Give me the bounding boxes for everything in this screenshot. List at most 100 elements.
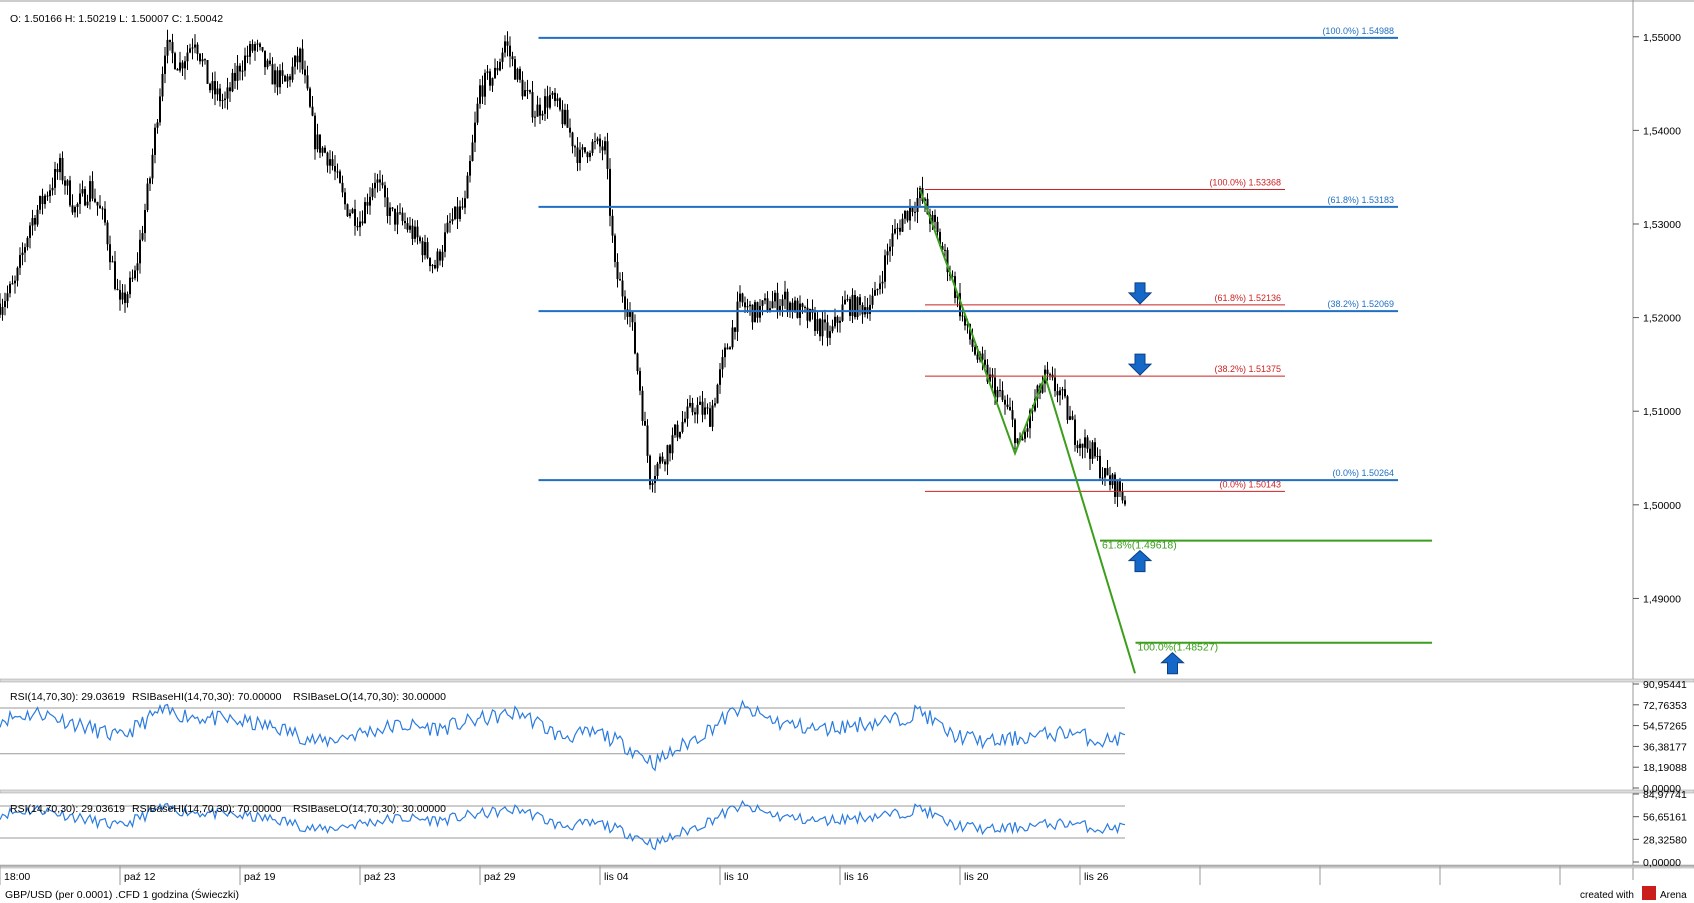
candle-body (531, 92, 534, 118)
candle-body (611, 215, 614, 236)
candle-body (646, 425, 649, 456)
candle-body (1116, 481, 1119, 497)
candle-body (399, 212, 401, 214)
candle-body (34, 218, 36, 225)
candle-body (664, 461, 666, 465)
candle-body (806, 307, 809, 321)
candle-body (366, 202, 369, 206)
candle-body (14, 280, 16, 284)
rsi-tick-label: 18,19088 (1643, 762, 1687, 774)
candle-body (0, 303, 1, 315)
candle-body (1021, 438, 1024, 441)
candle-body (709, 408, 711, 427)
candle-body (144, 210, 146, 234)
candle-body (506, 41, 509, 46)
candle-body (1119, 481, 1121, 492)
candle-body (774, 292, 776, 302)
candle-body (206, 59, 209, 84)
candle-body (496, 67, 499, 71)
candle-body (536, 104, 539, 117)
candle-body (789, 302, 791, 312)
candle-body (251, 43, 254, 51)
candle-body (974, 346, 976, 355)
candle-body (976, 354, 979, 360)
candle-body (444, 232, 446, 252)
candle-body (494, 67, 496, 79)
candle-body (79, 193, 81, 204)
candle-body (389, 207, 391, 216)
candle-body (186, 52, 189, 62)
candle-body (754, 302, 756, 323)
candle-body (461, 206, 464, 208)
candle-body (104, 208, 106, 223)
candle-body (656, 463, 659, 476)
candle-body (509, 45, 511, 57)
candle-body (231, 72, 234, 92)
candle-body (424, 242, 426, 256)
candle-body (481, 85, 484, 97)
candle-body (196, 44, 199, 54)
candle-body (861, 305, 864, 315)
time-tick-label: paź 12 (124, 871, 156, 883)
candle-body (259, 43, 261, 48)
candle-body (56, 169, 59, 173)
candle-body (319, 134, 321, 153)
candle-body (1104, 468, 1106, 478)
candle-body (766, 298, 769, 312)
candle-body (884, 255, 886, 282)
candle-body (851, 294, 854, 316)
candle-body (286, 76, 289, 82)
instrument-label: GBP/USD (per 0.0001) .CFD 1 godzina (Świ… (5, 888, 239, 901)
candle-body (29, 225, 31, 238)
rsi-tick-label: 36,38177 (1643, 741, 1687, 753)
candle-body (741, 293, 744, 303)
candle-body (136, 263, 139, 271)
candle-body (1121, 491, 1124, 501)
candle-body (859, 297, 861, 306)
candle-body (24, 247, 26, 253)
candle-body (669, 445, 671, 454)
candle-body (341, 182, 344, 193)
candle-body (284, 75, 286, 82)
candle-body (801, 303, 804, 307)
candle-body (619, 279, 621, 281)
candle-body (711, 405, 714, 427)
candle-body (209, 83, 211, 91)
candle-body (516, 68, 519, 80)
candle-body (199, 53, 201, 62)
candle-body (386, 197, 389, 216)
candle-body (596, 138, 599, 142)
candle-body (661, 456, 664, 462)
candle-body (689, 402, 691, 407)
candle-body (369, 196, 371, 206)
candle-body (449, 221, 451, 223)
candle-body (179, 62, 181, 71)
candle-body (836, 316, 839, 323)
candle-body (36, 209, 39, 225)
candle-body (621, 280, 624, 297)
candle-body (274, 70, 276, 85)
candle-body (599, 138, 601, 147)
candle-body (1006, 404, 1009, 408)
candle-body (306, 75, 309, 89)
candle-body (856, 297, 859, 318)
fib-blue-level-label: (0.0%) 1.50264 (1332, 468, 1394, 478)
candle-body (636, 353, 639, 372)
candle-body (696, 404, 699, 415)
price-tick-label: 1,53000 (1643, 219, 1681, 231)
panel-separator (0, 789, 1694, 794)
candle-body (729, 347, 731, 350)
candle-body (934, 215, 936, 222)
candle-body (1009, 407, 1011, 411)
candle-body (944, 249, 946, 251)
candle-body (714, 403, 716, 406)
candle-body (634, 322, 636, 354)
candle-body (411, 225, 414, 239)
candle-body (409, 225, 411, 230)
rsi-tick-label: 54,57265 (1643, 721, 1687, 733)
brand-label: Arena (1660, 890, 1687, 901)
candle-body (1049, 374, 1051, 376)
candle-body (371, 188, 374, 197)
candle-body (404, 221, 406, 224)
candle-body (89, 181, 91, 202)
